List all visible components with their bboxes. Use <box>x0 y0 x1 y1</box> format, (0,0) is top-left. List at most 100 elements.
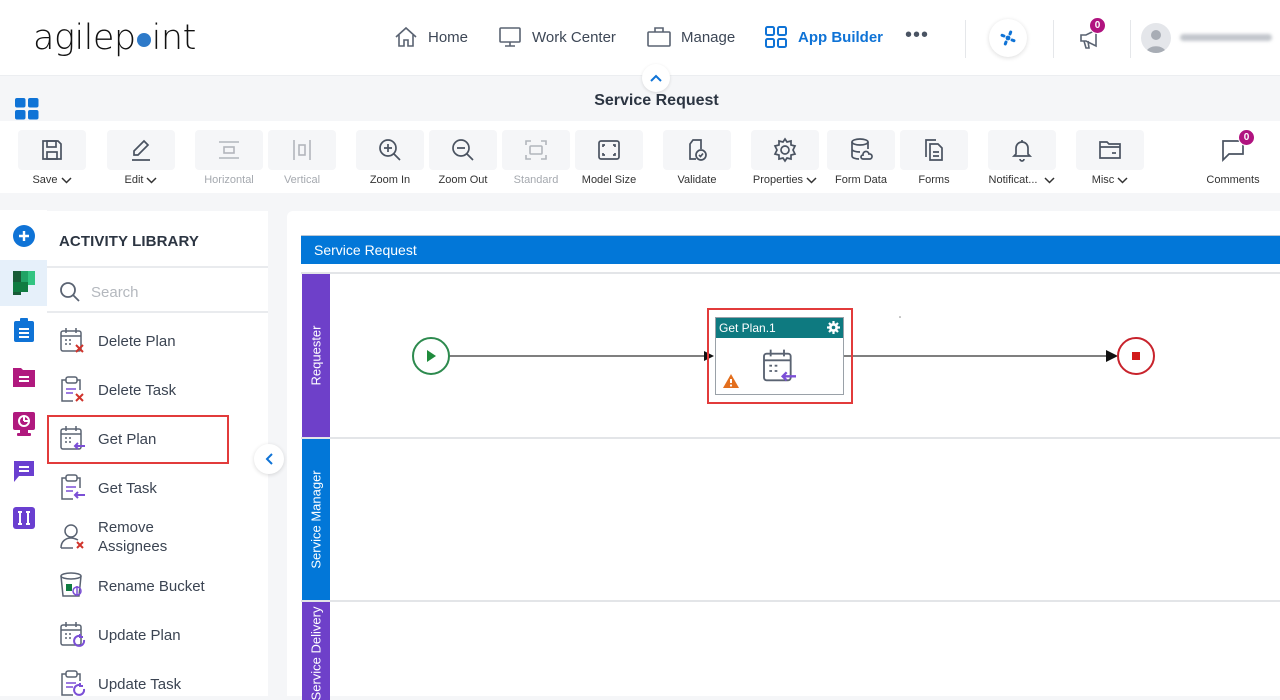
save-label: Save <box>32 174 58 186</box>
chevron-down-icon <box>146 176 158 184</box>
library-item-get-task[interactable]: Get Task <box>47 473 268 503</box>
divider <box>965 20 966 58</box>
horizontal-label: Horizontal <box>204 174 254 186</box>
rail-chat[interactable] <box>0 448 47 494</box>
text-field-icon <box>12 507 35 529</box>
get-task-icon <box>61 474 85 500</box>
lane-label-text: Service Delivery <box>308 606 324 700</box>
grid-icon <box>765 26 787 48</box>
standard-label: Standard <box>513 174 559 186</box>
comments-badge: 0 <box>1238 129 1255 146</box>
properties-button[interactable]: Properties <box>751 130 819 186</box>
validate-button[interactable]: Validate <box>663 130 731 186</box>
left-rail <box>0 210 47 696</box>
lane-label-service-manager[interactable]: Service Manager <box>302 439 330 600</box>
logo-text-start: agilep <box>33 18 136 58</box>
library-item-label: Delete Task <box>98 381 177 399</box>
nav-app-builder-label: App Builder <box>798 28 883 46</box>
library-item-label: Get Task <box>98 479 157 497</box>
search-icon <box>60 282 80 302</box>
notifications-button[interactable]: Notificat... <box>988 130 1056 186</box>
forms-icon <box>925 139 943 161</box>
activity-get-plan[interactable]: Get Plan.1 <box>715 317 844 395</box>
nav-app-builder[interactable]: App Builder <box>763 24 883 50</box>
rail-dashboard[interactable] <box>0 401 47 447</box>
comments-button[interactable]: 0 Comments <box>1199 129 1267 186</box>
more-menu-button[interactable]: ••• <box>905 25 929 45</box>
library-item-label: Update Task <box>98 675 182 693</box>
form-data-button[interactable]: Form Data <box>827 130 895 186</box>
monitor-icon <box>499 27 521 47</box>
chevron-down-icon <box>61 176 72 184</box>
database-icon <box>851 138 873 160</box>
activity-settings-icon[interactable] <box>827 321 840 334</box>
notifications-label: Notificat... <box>988 174 1038 186</box>
nav-work-center[interactable]: Work Center <box>497 24 616 50</box>
remove-assignees-icon <box>60 524 84 549</box>
rename-bucket-icon <box>60 572 82 597</box>
vertical-layout-icon <box>293 140 311 160</box>
process-pool: Service Request Requester Service Manage… <box>301 235 1280 700</box>
zoom-out-label: Zoom Out <box>438 174 488 186</box>
lane-label-text: Requester <box>308 325 324 386</box>
forms-button[interactable]: Forms <box>900 130 968 186</box>
search-placeholder: Search <box>91 283 139 301</box>
rail-text-field[interactable] <box>0 495 47 541</box>
rail-planner[interactable] <box>0 260 47 306</box>
nav-manage[interactable]: Manage <box>646 24 735 50</box>
library-search-input[interactable]: Search <box>59 281 139 303</box>
collapse-header-button[interactable] <box>642 64 670 92</box>
library-item-delete-plan[interactable]: Delete Plan <box>47 326 268 356</box>
library-item-update-task[interactable]: Update Task <box>47 669 268 699</box>
chevron-down-icon <box>1044 176 1055 184</box>
zoom-in-button[interactable]: Zoom In <box>356 130 424 186</box>
top-navigation-bar: agilep int Home Work Center Manage App Bu… <box>0 0 1280 76</box>
lane-label-service-delivery[interactable]: Service Delivery <box>302 602 330 700</box>
rail-clipboard[interactable] <box>0 307 47 353</box>
activity-header: Get Plan.1 <box>716 318 843 338</box>
nav-home-label: Home <box>428 28 469 46</box>
update-task-icon <box>61 670 86 696</box>
library-item-update-plan[interactable]: Update Plan <box>47 620 268 650</box>
library-item-label: Delete Plan <box>98 332 176 350</box>
lane-service-manager[interactable]: Service Manager <box>301 437 1280 600</box>
edit-button[interactable]: Edit <box>107 130 175 186</box>
planner-icon <box>12 271 35 295</box>
library-item-rename-bucket[interactable]: Rename Bucket <box>47 571 268 601</box>
comments-label: Comments <box>1206 174 1260 186</box>
library-item-delete-task[interactable]: Delete Task <box>47 375 268 405</box>
nav-home[interactable]: Home <box>393 24 468 50</box>
validate-icon <box>689 139 707 161</box>
library-item-label: Rename Bucket <box>98 577 205 595</box>
standard-size-button[interactable]: Standard <box>502 130 570 186</box>
lane-label-text: Service Manager <box>308 470 324 569</box>
activity-title: Get Plan.1 <box>719 321 776 335</box>
pool-title[interactable]: Service Request <box>301 235 1280 264</box>
zoom-out-button[interactable]: Zoom Out <box>429 130 497 186</box>
vertical-label: Vertical <box>283 174 321 186</box>
add-icon <box>12 225 35 247</box>
ai-assistant-button[interactable] <box>989 19 1027 57</box>
lane-label-requester[interactable]: Requester <box>302 274 330 437</box>
divider <box>1053 20 1054 58</box>
agilepoint-logo[interactable]: agilep int <box>33 18 196 58</box>
model-size-button[interactable]: Model Size <box>575 130 643 186</box>
vertical-layout-button[interactable]: Vertical <box>268 130 336 186</box>
warning-icon[interactable] <box>722 373 740 389</box>
save-button[interactable]: Save <box>18 130 86 186</box>
get-plan-icon <box>763 349 796 382</box>
divider <box>1130 20 1131 58</box>
chevron-down-icon <box>1117 176 1128 184</box>
chevron-down-icon <box>806 176 817 184</box>
user-avatar[interactable] <box>1141 23 1171 53</box>
horizontal-layout-button[interactable]: Horizontal <box>195 130 263 186</box>
user-name-blurred[interactable] <box>1180 34 1272 41</box>
announcements-button[interactable]: 0 <box>1078 17 1106 56</box>
lane-service-delivery[interactable]: Service Delivery <box>301 600 1280 700</box>
collapse-library-button[interactable] <box>254 444 284 474</box>
rail-add[interactable] <box>0 213 47 259</box>
library-item-remove-assignees[interactable]: Remove Assignees <box>47 517 268 557</box>
misc-button[interactable]: Misc <box>1076 130 1144 186</box>
rail-documents[interactable] <box>0 354 47 400</box>
home-icon <box>395 26 417 47</box>
